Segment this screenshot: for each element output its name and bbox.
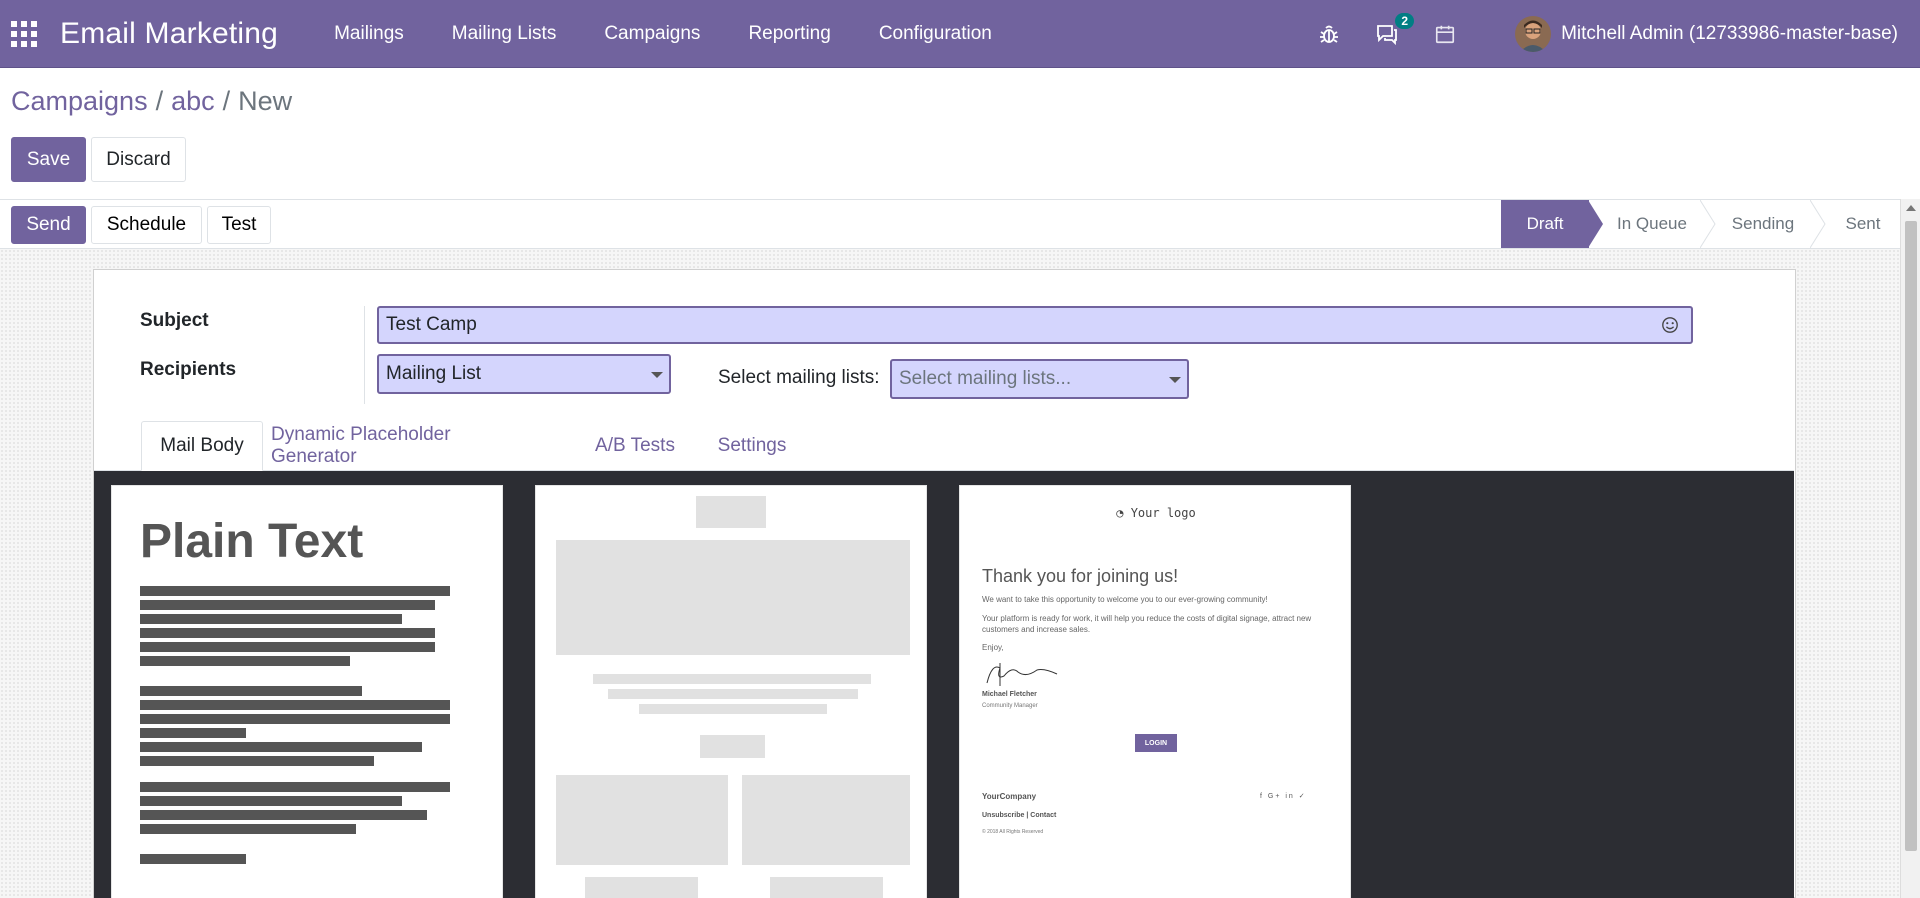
save-button[interactable]: Save	[11, 137, 86, 182]
breadcrumb-campaigns[interactable]: Campaigns	[11, 86, 148, 117]
scroll-up-icon[interactable]	[1906, 205, 1916, 211]
template-layout-blocks[interactable]	[535, 485, 927, 898]
contact-link: Contact	[1030, 812, 1057, 819]
welcome-copyright: © 2018 All Rights Reserved	[982, 829, 1044, 835]
message-count-badge: 2	[1395, 13, 1415, 29]
welcome-role: Community Manager	[982, 703, 1038, 709]
welcome-heading: Thank you for joining us!	[982, 566, 1179, 586]
mail-body-editor: Plain Text ◔ Your logo Thank you for joi…	[94, 471, 1794, 898]
tab-ab-tests[interactable]: A/B Tests	[589, 421, 681, 471]
subject-input[interactable]: Test Camp	[377, 306, 1693, 344]
stage-sent[interactable]: Sent	[1826, 200, 1900, 248]
stage-arrow	[1810, 200, 1826, 248]
apps-grid-icon[interactable]	[11, 20, 37, 47]
notebook-tabs: Mail Body Dynamic Placeholder Generator …	[94, 421, 1794, 471]
subject-value: Test Camp	[386, 314, 477, 335]
welcome-logo-text: Your logo	[1130, 506, 1196, 520]
mailing-lists-placeholder: Select mailing lists...	[899, 368, 1072, 389]
stage-arrow	[1700, 200, 1716, 248]
discard-button[interactable]: Discard	[91, 137, 186, 182]
recipients-label: Recipients	[140, 359, 237, 380]
send-button[interactable]: Send	[11, 206, 86, 244]
stage-in-queue-label: In Queue	[1617, 214, 1687, 233]
breadcrumb-abc[interactable]: abc	[171, 86, 215, 117]
schedule-button[interactable]: Schedule	[91, 206, 202, 244]
bug-icon[interactable]	[1316, 21, 1342, 47]
stage-sent-label: Sent	[1845, 214, 1881, 233]
breadcrumb-separator: /	[222, 86, 231, 116]
user-name[interactable]: Mitchell Admin (12733986-master-base)	[1561, 23, 1898, 45]
recipients-select[interactable]: Mailing List	[377, 354, 671, 394]
social-icons: f G+ in ✓	[1260, 793, 1307, 800]
scrollbar-thumb[interactable]	[1905, 221, 1917, 851]
user-avatar[interactable]	[1515, 16, 1552, 52]
template-plain-text[interactable]: Plain Text	[111, 485, 503, 898]
signature-image	[986, 663, 1058, 686]
stage-draft[interactable]: Draft	[1501, 200, 1589, 248]
stage-pipeline: Draft In Queue Sending Sent	[1501, 200, 1900, 248]
navbar-systray: 2 Mitchell Admin (12733986-master-base)	[1316, 0, 1920, 68]
calendar-icon[interactable]	[1432, 21, 1458, 47]
stage-arrow	[1588, 200, 1603, 248]
recipients-value: Mailing List	[386, 363, 482, 384]
stage-sending-label: Sending	[1731, 214, 1795, 233]
breadcrumb-separator: /	[155, 86, 164, 116]
app-title[interactable]: Email Marketing	[60, 17, 278, 51]
stage-in-queue[interactable]: In Queue	[1604, 200, 1700, 248]
tab-dynamic-placeholder[interactable]: Dynamic Placeholder Generator	[271, 421, 523, 471]
chevron-down-icon	[651, 372, 663, 378]
label-divider	[364, 306, 365, 404]
breadcrumb: Campaigns / abc / New	[11, 86, 292, 117]
welcome-company: YourCompany	[982, 792, 1037, 801]
tab-settings[interactable]: Settings	[706, 421, 798, 471]
unsubscribe-link: Unsubscribe	[982, 812, 1025, 819]
menu-mailing-lists[interactable]: Mailing Lists	[452, 23, 557, 45]
top-navbar: Email Marketing Mailings Mailing Lists C…	[0, 0, 1920, 68]
welcome-signer: Michael Fletcher	[982, 691, 1037, 698]
tab-mail-body[interactable]: Mail Body	[141, 421, 263, 471]
main-menu: Mailings Mailing Lists Campaigns Reporti…	[310, 23, 1016, 45]
template-welcome[interactable]: ◔ Your logo Thank you for joining us! We…	[959, 485, 1351, 898]
welcome-login-button: LOGIN	[1135, 734, 1177, 752]
welcome-paragraph-1: We want to take this opportunity to welc…	[982, 595, 1268, 604]
menu-campaigns[interactable]: Campaigns	[604, 23, 700, 45]
plain-text-title: Plain Text	[140, 515, 364, 568]
menu-configuration[interactable]: Configuration	[879, 23, 992, 45]
form-statusbar: Send Schedule Test Draft In Queue Sendin…	[0, 199, 1900, 249]
emoji-icon[interactable]	[1661, 316, 1679, 334]
chat-icon[interactable]: 2	[1374, 13, 1415, 47]
logo-icon: ◔	[1116, 506, 1131, 520]
page-scrollbar[interactable]	[1900, 199, 1920, 898]
welcome-logo: ◔ Your logo	[960, 506, 1350, 520]
mailing-lists-label: Select mailing lists:	[718, 367, 880, 388]
mailing-lists-select[interactable]: Select mailing lists...	[890, 359, 1189, 399]
welcome-enjoy: Enjoy,	[982, 643, 1004, 652]
menu-reporting[interactable]: Reporting	[748, 23, 830, 45]
stage-draft-label: Draft	[1526, 214, 1564, 233]
welcome-paragraph-2: Your platform is ready for work, it will…	[982, 614, 1312, 634]
subject-label: Subject	[140, 310, 209, 331]
breadcrumb-current: New	[238, 86, 293, 116]
stage-sending[interactable]: Sending	[1716, 200, 1810, 248]
test-button[interactable]: Test	[207, 206, 271, 244]
chevron-down-icon	[1169, 377, 1181, 383]
welcome-footer-links: Unsubscribe | Contact	[982, 812, 1057, 819]
menu-mailings[interactable]: Mailings	[334, 23, 404, 45]
